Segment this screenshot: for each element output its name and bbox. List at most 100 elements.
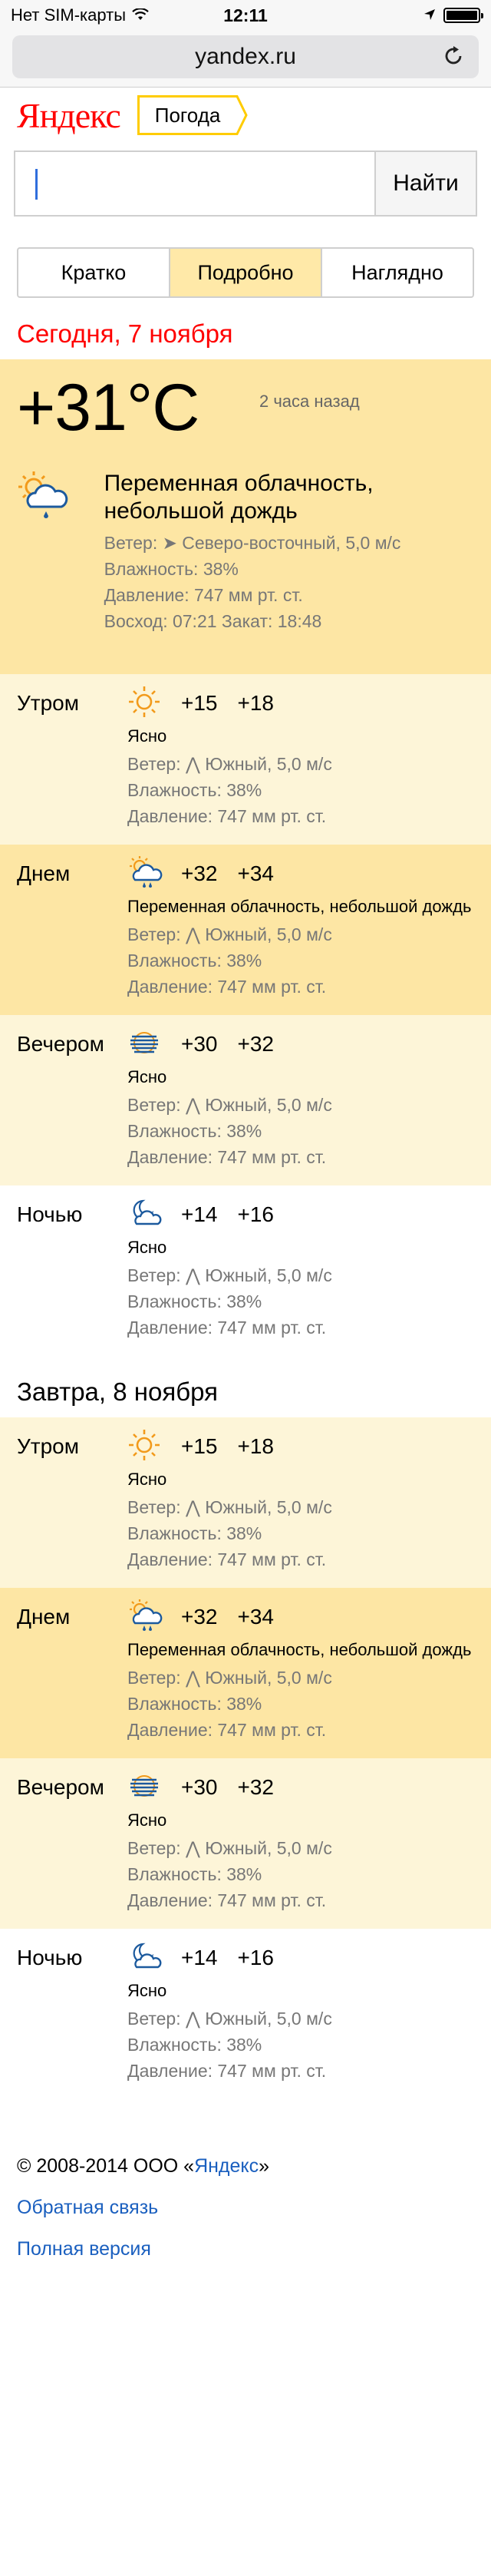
service-tag[interactable]: Погода (137, 95, 249, 135)
logo-text: Яндекс (17, 95, 121, 135)
temp-max: +18 (237, 1434, 275, 1458)
sun-icon (127, 685, 181, 723)
moon-cloud-icon (127, 1196, 181, 1234)
day-part-humidity: Влажность: 38% (127, 1694, 262, 1714)
today-title: Сегодня, 7 ноября (17, 319, 233, 348)
temp-max: +32 (237, 1032, 275, 1056)
reload-icon[interactable] (442, 45, 465, 74)
address-bar[interactable]: yandex.ru (12, 35, 479, 78)
footer: © 2008-2014 ООО «Яндекс» Обратная связь … (0, 2099, 491, 2270)
yandex-logo[interactable]: Яндекс (17, 95, 121, 136)
temp-min: +30 (181, 1775, 218, 1799)
temp-min: +15 (181, 1434, 218, 1458)
tomorrow-title: Завтра, 8 ноября (17, 1377, 218, 1406)
current-wind: Ветер: ➤ Северо-восточный, 5,0 м/с (104, 533, 401, 553)
current-description: Переменная облачность, небольшой дождь (104, 471, 374, 524)
text-caret (35, 169, 38, 200)
today-parts: Утром +15 +18 Ясно Ветер: ⋀ Южный, 5,0 м/с Вл… (0, 674, 491, 1356)
day-part-name: Ночью (17, 1202, 83, 1226)
day-part-name: Днем (17, 1605, 71, 1629)
day-part-pressure: Давление: 747 мм рт. ст. (127, 1318, 327, 1338)
temp-max: +18 (237, 691, 275, 715)
day-part-description: Ясно (127, 1067, 167, 1086)
tab-detailed[interactable]: Подробно (169, 249, 321, 296)
day-part-description: Переменная облачность, небольшой дождь (127, 1640, 472, 1659)
temp-min: +30 (181, 1032, 218, 1056)
day-part-wind: Ветер: ⋀ Южный, 5,0 м/с (127, 924, 332, 944)
temp-max: +34 (237, 1605, 275, 1629)
partly-cloudy-rain-icon (127, 855, 181, 893)
day-part-wind: Ветер: ⋀ Южный, 5,0 м/с (127, 1668, 332, 1688)
temp-min: +32 (181, 1605, 218, 1629)
current-temperature: +31°C (17, 371, 199, 445)
day-part-pressure: Давление: 747 мм рт. ст. (127, 1890, 327, 1910)
current-weather: +31°C 2 часа назад Переменная облачность… (0, 359, 491, 674)
day-part-wind: Ветер: ⋀ Южный, 5,0 м/с (127, 1838, 332, 1858)
copyright-suffix: » (259, 2155, 270, 2177)
day-part-name: Днем (17, 861, 71, 885)
day-part: Утром +15 +18 Ясно Ветер: ⋀ Южный, 5,0 м/с Вл… (0, 674, 491, 845)
day-part-description: Ясно (127, 726, 167, 746)
day-part: Ночью +14 +16 Ясно Ветер: ⋀ Южный, 5,0 м/с Вл… (0, 1929, 491, 2099)
location-icon (423, 5, 436, 25)
partly-cloudy-light-rain-icon (17, 470, 104, 634)
day-part-name: Утром (17, 1434, 80, 1458)
current-humidity: Влажность: 38% (104, 559, 239, 579)
battery-icon (443, 8, 483, 23)
service-tag-label: Погода (154, 103, 221, 127)
updated-time: 2 часа назад (259, 392, 360, 411)
day-part-wind: Ветер: ⋀ Южный, 5,0 м/с (127, 1095, 332, 1115)
temp-min: +14 (181, 1946, 218, 1969)
day-part-wind: Ветер: ⋀ Южный, 5,0 м/с (127, 754, 332, 774)
day-part-wind: Ветер: ⋀ Южный, 5,0 м/с (127, 1265, 332, 1285)
sun-icon (127, 1428, 181, 1466)
status-bar: Нет SIM-карты 12:11 (0, 0, 491, 31)
current-pressure: Давление: 747 мм рт. ст. (104, 585, 303, 605)
day-part-name: Вечером (17, 1032, 104, 1056)
day-part: Днем +32 +34 Переменная облачность, небольш… (0, 845, 491, 1015)
current-sunrise-sunset: Восход: 07:21 Закат: 18:48 (104, 611, 322, 631)
day-part-name: Ночью (17, 1946, 83, 1969)
temp-min: +15 (181, 691, 218, 715)
full-version-link[interactable]: Полная версия (17, 2238, 151, 2260)
day-part-pressure: Давление: 747 мм рт. ст. (127, 1147, 327, 1167)
partly-cloudy-rain-icon (127, 1599, 181, 1636)
tab-visual[interactable]: Наглядно (321, 249, 473, 296)
tomorrow-parts: Утром +15 +18 Ясно Ветер: ⋀ Южный, 5,0 м/с Вл… (0, 1417, 491, 2099)
day-part-humidity: Влажность: 38% (127, 1291, 262, 1311)
day-part-humidity: Влажность: 38% (127, 1121, 262, 1141)
day-part-description: Ясно (127, 1810, 167, 1830)
copyright: © 2008-2014 ООО «Яндекс» (17, 2145, 474, 2187)
day-part-humidity: Влажность: 38% (127, 951, 262, 971)
day-part-wind: Ветер: ⋀ Южный, 5,0 м/с (127, 1497, 332, 1517)
temp-min: +32 (181, 861, 218, 885)
day-part: Ночью +14 +16 Ясно Ветер: ⋀ Южный, 5,0 м/с Вл… (0, 1185, 491, 1356)
day-part-description: Ясно (127, 1470, 167, 1489)
day-part-humidity: Влажность: 38% (127, 2035, 262, 2055)
day-part-pressure: Давление: 747 мм рт. ст. (127, 1720, 327, 1740)
temp-max: +16 (237, 1202, 275, 1226)
wifi-icon (132, 5, 149, 25)
day-part-humidity: Влажность: 38% (127, 780, 262, 800)
day-part-description: Переменная облачность, небольшой дождь (127, 897, 472, 916)
day-part: Вечером +30 +32 Ясно Ветер: ⋀ Южный, 5,0 м/с… (0, 1758, 491, 1929)
day-part-name: Утром (17, 691, 80, 715)
temp-min: +14 (181, 1202, 218, 1226)
feedback-link[interactable]: Обратная связь (17, 2197, 158, 2218)
day-part: Утром +15 +18 Ясно Ветер: ⋀ Южный, 5,0 м/с Вл… (0, 1417, 491, 1588)
tab-brief[interactable]: Кратко (18, 249, 169, 296)
yandex-link[interactable]: Яндекс (194, 2155, 259, 2177)
fog-icon (127, 1769, 181, 1807)
day-part-description: Ясно (127, 1238, 167, 1257)
temp-max: +32 (237, 1775, 275, 1799)
view-tabs: Кратко Подробно Наглядно (17, 247, 474, 298)
search-form: Найти (14, 150, 477, 217)
day-part-humidity: Влажность: 38% (127, 1864, 262, 1884)
search-input[interactable] (15, 152, 374, 215)
copyright-prefix: © 2008-2014 ООО « (17, 2155, 195, 2177)
carrier-label: Нет SIM-карты (11, 5, 127, 25)
search-button[interactable]: Найти (374, 152, 476, 215)
day-part-pressure: Давление: 747 мм рт. ст. (127, 977, 327, 997)
temp-max: +34 (237, 861, 275, 885)
day-part: Днем +32 +34 Переменная облачность, небольш… (0, 1588, 491, 1758)
